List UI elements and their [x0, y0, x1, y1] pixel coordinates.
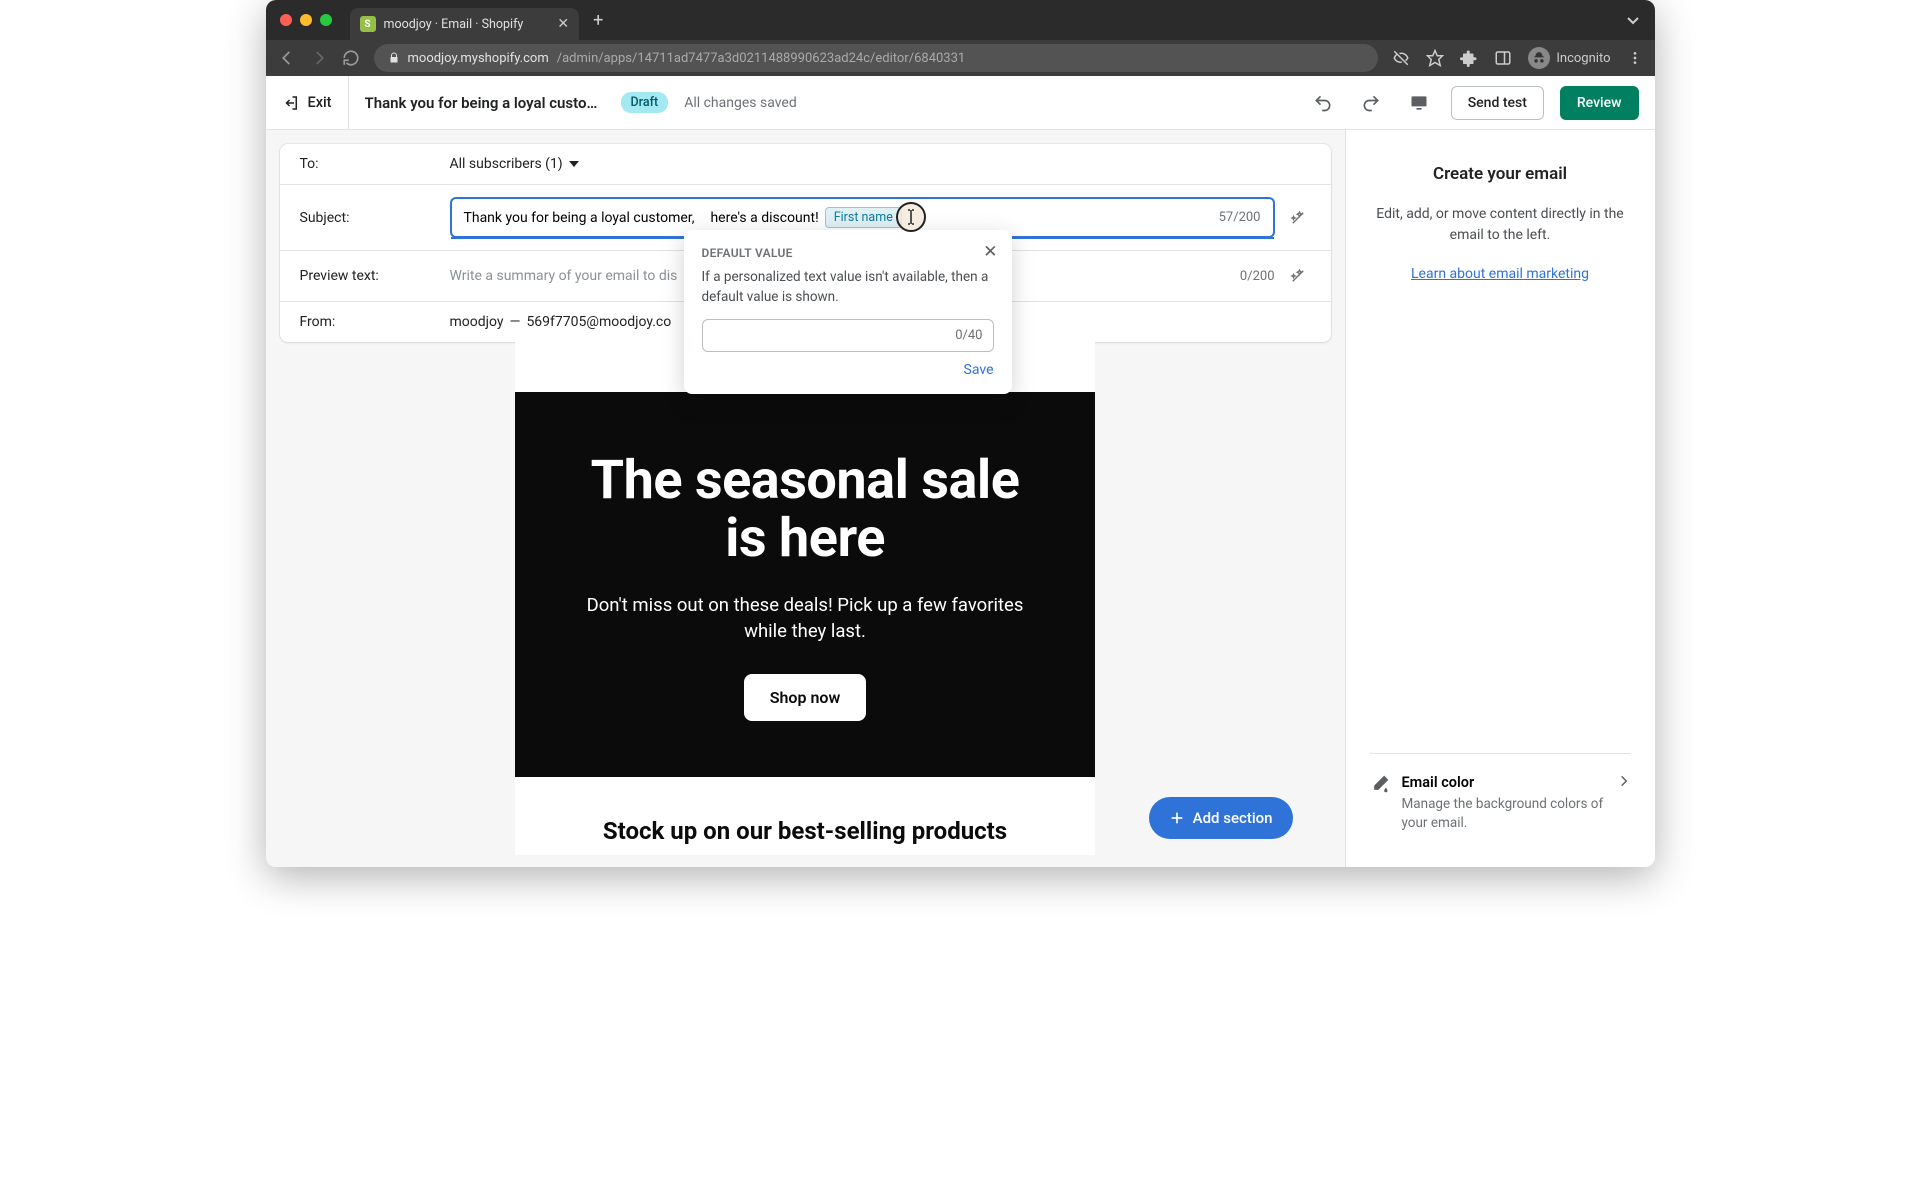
caret-down-icon — [569, 159, 579, 169]
add-section-label: Add section — [1193, 809, 1273, 827]
page-title: Thank you for being a loyal custom… — [365, 94, 605, 112]
star-icon[interactable] — [1426, 49, 1444, 67]
shop-now-button[interactable]: Shop now — [744, 674, 867, 721]
default-value-input[interactable] — [702, 319, 994, 352]
to-label: To: — [300, 156, 450, 172]
from-value: moodjoy — 569f7705@moodjoy.co — [450, 314, 672, 330]
app-header: Exit Thank you for being a loyal custom…… — [266, 76, 1655, 130]
exit-button[interactable]: Exit — [282, 76, 349, 129]
color-bucket-icon — [1370, 774, 1390, 833]
lock-icon — [388, 52, 400, 64]
hero-title: The seasonal sale is here — [565, 452, 1045, 569]
plus-icon — [1169, 810, 1185, 826]
subject-counter: 57/200 — [1219, 210, 1261, 225]
preview-counter: 0/200 — [1240, 269, 1275, 284]
exit-label: Exit — [308, 94, 332, 111]
default-value-popover: DEFAULT VALUE ✕ If a personalized text v… — [684, 230, 1012, 394]
save-link[interactable]: Save — [702, 362, 994, 378]
from-label: From: — [300, 314, 450, 330]
from-email: 569f7705@moodjoy.co — [526, 314, 671, 330]
desktop-preview-icon[interactable] — [1403, 87, 1435, 119]
saved-status: All changes saved — [684, 95, 797, 111]
extensions-icon[interactable] — [1460, 49, 1478, 67]
from-separator: — — [510, 314, 521, 330]
to-row: To: All subscribers (1) — [280, 144, 1331, 185]
chevron-right-icon — [1617, 774, 1631, 833]
stock-title: Stock up on our best-selling products — [515, 777, 1095, 855]
browser-addressbar: moodjoy.myshopify.com/admin/apps/14711ad… — [266, 40, 1655, 76]
incognito-icon — [1528, 47, 1550, 69]
exit-icon — [282, 94, 300, 112]
right-panel-title: Create your email — [1370, 164, 1631, 184]
to-dropdown[interactable]: All subscribers (1) — [450, 156, 579, 172]
kebab-menu-icon[interactable] — [1627, 50, 1643, 66]
maximize-window-icon[interactable] — [320, 14, 332, 26]
to-value: All subscribers (1) — [450, 156, 563, 172]
right-panel: Create your email Edit, add, or move con… — [1345, 130, 1655, 867]
editor-pane: To: All subscribers (1) Subject: Thank y… — [266, 130, 1345, 867]
back-icon[interactable] — [278, 49, 296, 67]
from-name: moodjoy — [450, 314, 504, 330]
variable-chip-first-name[interactable]: First name — [825, 207, 902, 228]
side-panel-icon[interactable] — [1494, 49, 1512, 67]
add-section-button[interactable]: Add section — [1149, 797, 1293, 839]
learn-marketing-link[interactable]: Learn about email marketing — [1370, 266, 1631, 282]
review-button[interactable]: Review — [1560, 86, 1639, 120]
subject-label: Subject: — [300, 210, 450, 226]
email-color-title: Email color — [1402, 774, 1605, 791]
magic-wand-icon[interactable] — [1285, 263, 1311, 289]
hero-subtitle: Don't miss out on these deals! Pick up a… — [565, 593, 1045, 645]
right-panel-description: Edit, add, or move content directly in t… — [1370, 204, 1631, 246]
close-tab-icon[interactable]: ✕ — [557, 16, 569, 32]
email-preview: The seasonal sale is here Don't miss out… — [280, 342, 1331, 855]
email-color-description: Manage the background colors of your ema… — [1402, 795, 1605, 833]
forward-icon[interactable] — [310, 49, 328, 67]
reload-icon[interactable] — [342, 49, 360, 67]
close-icon[interactable]: ✕ — [983, 242, 997, 262]
popover-description: If a personalized text value isn't avail… — [702, 268, 994, 307]
eye-off-icon[interactable] — [1392, 49, 1410, 67]
subject-text-suffix: here's a discount! — [710, 210, 818, 226]
browser-tab[interactable]: S moodjoy · Email · Shopify ✕ — [350, 8, 580, 40]
url-input[interactable]: moodjoy.myshopify.com/admin/apps/14711ad… — [374, 44, 1379, 72]
popover-title: DEFAULT VALUE — [702, 246, 994, 260]
preview-text-label: Preview text: — [300, 268, 450, 284]
subject-text-prefix: Thank you for being a loyal customer, — [464, 210, 695, 226]
incognito-label: Incognito — [1556, 51, 1610, 66]
undo-icon[interactable] — [1307, 87, 1339, 119]
magic-wand-icon[interactable] — [1285, 205, 1311, 231]
minimize-window-icon[interactable] — [300, 14, 312, 26]
traffic-lights — [280, 14, 332, 26]
draft-badge: Draft — [621, 92, 669, 113]
browser-titlebar: S moodjoy · Email · Shopify ✕ + — [266, 0, 1655, 40]
hero-section[interactable]: The seasonal sale is here Don't miss out… — [515, 392, 1095, 777]
new-tab-icon[interactable]: + — [593, 10, 603, 31]
close-window-icon[interactable] — [280, 14, 292, 26]
send-test-button[interactable]: Send test — [1451, 86, 1544, 120]
url-host: moodjoy.myshopify.com — [408, 51, 549, 66]
tab-title: moodjoy · Email · Shopify — [384, 17, 524, 32]
email-color-section[interactable]: Email color Manage the background colors… — [1370, 753, 1631, 833]
redo-icon[interactable] — [1355, 87, 1387, 119]
shopify-favicon-icon: S — [360, 16, 376, 32]
window-dropdown-icon[interactable] — [1625, 12, 1641, 28]
text-cursor-indicator-icon — [896, 202, 926, 232]
incognito-badge[interactable]: Incognito — [1528, 47, 1610, 69]
url-path: /admin/apps/14711ad7477a3d0211488990623a… — [557, 51, 965, 66]
